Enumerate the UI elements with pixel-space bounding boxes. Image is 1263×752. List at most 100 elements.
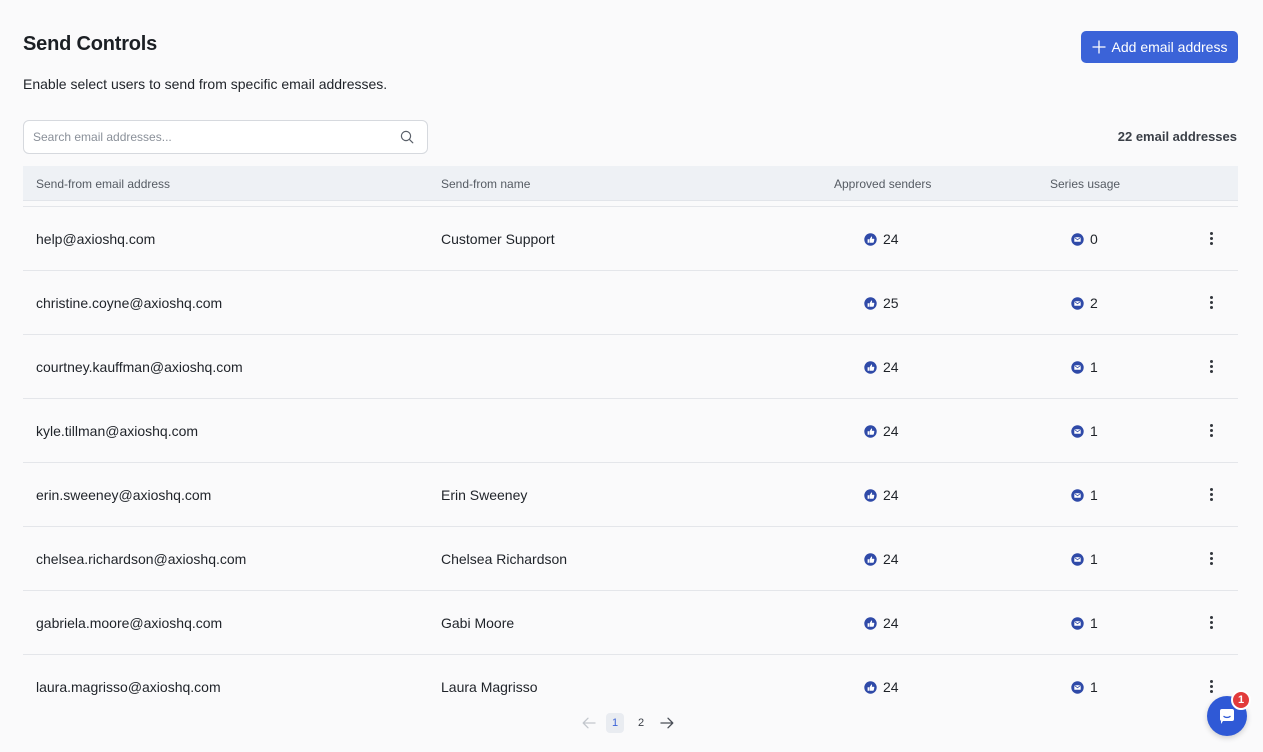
series-usage-cell: 1 (1071, 615, 1098, 631)
series-usage-count: 1 (1090, 679, 1098, 695)
search-icon[interactable] (400, 130, 414, 144)
series-usage-cell: 0 (1071, 231, 1098, 247)
page-button-1[interactable]: 1 (606, 713, 624, 733)
approved-senders-count: 24 (883, 679, 899, 695)
table-row[interactable]: chelsea.richardson@axioshq.com Chelsea Ri… (23, 526, 1238, 590)
series-usage-cell: 1 (1071, 423, 1098, 439)
send-from-email: chelsea.richardson@axioshq.com (36, 551, 247, 567)
series-usage-icon (1071, 616, 1084, 630)
series-usage-cell: 1 (1071, 679, 1098, 695)
chat-help-icon (1220, 709, 1234, 724)
series-usage-icon (1071, 360, 1084, 374)
more-vertical-icon[interactable] (1206, 357, 1216, 375)
table-row[interactable]: courtney.kauffman@axioshq.com 24 1 (23, 334, 1238, 398)
send-from-name: Customer Support (441, 231, 555, 247)
column-header-email: Send-from email address (36, 177, 171, 191)
approved-senders-cell: 24 (864, 551, 899, 567)
page-button-2[interactable]: 2 (632, 713, 650, 733)
series-usage-icon (1071, 488, 1084, 502)
more-vertical-icon[interactable] (1206, 549, 1216, 567)
more-vertical-icon[interactable] (1206, 485, 1216, 503)
series-usage-count: 0 (1090, 231, 1098, 247)
series-usage-icon (1071, 296, 1084, 310)
send-from-email: help@axioshq.com (36, 231, 156, 247)
approved-senders-count: 24 (883, 423, 899, 439)
plus-icon (1091, 40, 1106, 54)
table-body: help@axioshq.com Customer Support 24 0 chris… (23, 206, 1238, 718)
more-vertical-icon[interactable] (1206, 229, 1216, 247)
send-from-name: Gabi Moore (441, 615, 515, 631)
approved-senders-count: 24 (883, 551, 899, 567)
send-from-email: courtney.kauffman@axioshq.com (36, 359, 243, 375)
page-title: Send Controls (23, 33, 158, 55)
approved-senders-count: 24 (883, 359, 899, 375)
approved-senders-icon (864, 616, 877, 630)
approved-senders-count: 24 (883, 487, 899, 503)
series-usage-count: 1 (1090, 423, 1098, 439)
series-usage-count: 1 (1090, 551, 1098, 567)
more-vertical-icon[interactable] (1206, 293, 1216, 311)
column-header-approved-senders: Approved senders (834, 177, 932, 191)
series-usage-cell: 1 (1071, 487, 1098, 503)
table-row[interactable]: gabriela.moore@axioshq.com Gabi Moore 24 1 (23, 590, 1238, 654)
approved-senders-cell: 24 (864, 679, 899, 695)
approved-senders-icon (864, 680, 877, 694)
table-header: Send-from email address Send-from name A… (23, 166, 1238, 201)
series-usage-count: 1 (1090, 487, 1098, 503)
send-controls-page: Send Controls Enable select users to sen… (0, 0, 1263, 752)
send-from-name: Erin Sweeney (441, 487, 528, 503)
column-header-name: Send-from name (441, 177, 531, 191)
table-row[interactable]: laura.magrisso@axioshq.com Laura Magrisso… (23, 654, 1238, 718)
table-row[interactable]: help@axioshq.com Customer Support 24 0 (23, 206, 1238, 270)
arrow-right-icon[interactable] (658, 714, 676, 732)
series-usage-icon (1071, 232, 1084, 246)
pagination: 1 2 (580, 712, 676, 734)
approved-senders-cell: 24 (864, 615, 899, 631)
series-usage-count: 1 (1090, 359, 1098, 375)
send-from-name: Laura Magrisso (441, 679, 538, 695)
send-from-name: Chelsea Richardson (441, 551, 568, 567)
page-subtitle: Enable select users to send from specifi… (23, 76, 388, 92)
approved-senders-icon (864, 296, 877, 310)
series-usage-count: 1 (1090, 615, 1098, 631)
series-usage-icon (1071, 424, 1084, 438)
series-usage-icon (1071, 680, 1084, 694)
send-from-email: kyle.tillman@axioshq.com (36, 423, 199, 439)
add-email-address-button[interactable]: Add email address (1081, 31, 1238, 63)
help-chat-button[interactable]: 1 (1207, 690, 1251, 736)
table-row[interactable]: kyle.tillman@axioshq.com 24 1 (23, 398, 1238, 462)
more-vertical-icon[interactable] (1206, 421, 1216, 439)
series-usage-cell: 2 (1071, 295, 1098, 311)
table-row[interactable]: christine.coyne@axioshq.com 25 2 (23, 270, 1238, 334)
column-header-series-usage: Series usage (1050, 177, 1121, 191)
more-vertical-icon[interactable] (1206, 677, 1216, 695)
search-input[interactable] (33, 121, 393, 153)
search-box (23, 120, 428, 154)
send-from-email: gabriela.moore@axioshq.com (36, 615, 223, 631)
series-usage-cell: 1 (1071, 551, 1098, 567)
arrow-left-icon[interactable] (580, 714, 598, 732)
send-from-email: erin.sweeney@axioshq.com (36, 487, 212, 503)
approved-senders-icon (864, 232, 877, 246)
table-row[interactable]: erin.sweeney@axioshq.com Erin Sweeney 24 1 (23, 462, 1238, 526)
approved-senders-cell: 24 (864, 359, 899, 375)
series-usage-icon (1071, 552, 1084, 566)
approved-senders-icon (864, 424, 877, 438)
send-from-email: christine.coyne@axioshq.com (36, 295, 223, 311)
approved-senders-cell: 25 (864, 295, 899, 311)
approved-senders-icon (864, 552, 877, 566)
approved-senders-count: 24 (883, 615, 899, 631)
approved-senders-icon (864, 488, 877, 502)
approved-senders-cell: 24 (864, 423, 899, 439)
approved-senders-cell: 24 (864, 487, 899, 503)
add-email-address-label: Add email address (1111, 39, 1228, 55)
approved-senders-icon (864, 360, 877, 374)
more-vertical-icon[interactable] (1206, 613, 1216, 631)
series-usage-cell: 1 (1071, 359, 1098, 375)
email-address-count: 22 email addresses (1117, 129, 1237, 144)
approved-senders-cell: 24 (864, 231, 899, 247)
notification-badge: 1 (1231, 690, 1251, 710)
approved-senders-count: 24 (883, 231, 899, 247)
series-usage-count: 2 (1090, 295, 1098, 311)
approved-senders-count: 25 (883, 295, 899, 311)
